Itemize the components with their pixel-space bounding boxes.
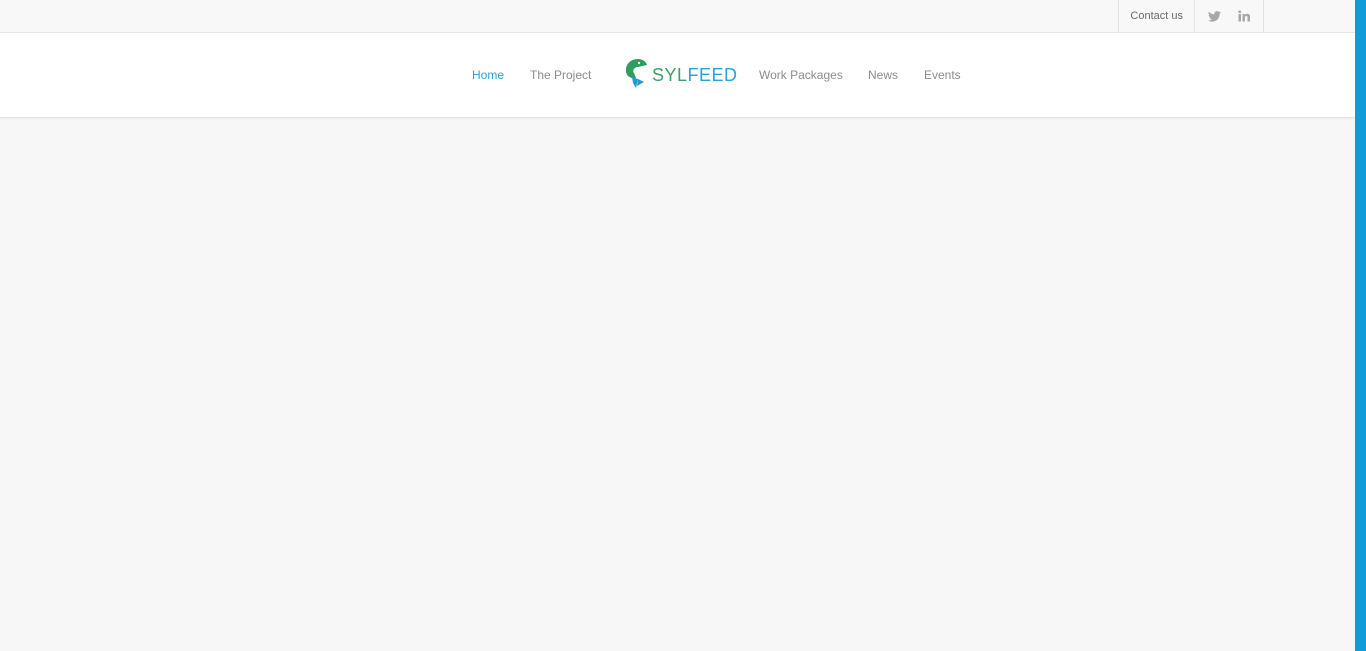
nav-item-work-packages[interactable]: Work Packages — [759, 68, 843, 82]
logo-text-part1: SYL — [652, 65, 688, 85]
top-utility-bar: Contact us — [0, 0, 1355, 33]
fish-logo-icon — [624, 57, 648, 94]
linkedin-icon[interactable] — [1231, 0, 1257, 32]
contact-us-link[interactable]: Contact us — [1118, 0, 1194, 32]
topbar-links: Contact us — [1118, 0, 1264, 32]
logo-wordmark: SYLFEED — [652, 66, 738, 84]
social-links — [1194, 0, 1264, 32]
page: Contact us Home The Project SYLFEED Work… — [0, 0, 1366, 651]
nav-item-news[interactable]: News — [868, 68, 898, 82]
main-nav: Home The Project SYLFEED Work Packages N… — [0, 33, 1355, 118]
nav-item-the-project[interactable]: The Project — [530, 68, 591, 82]
nav-item-events[interactable]: Events — [924, 68, 961, 82]
site-logo[interactable]: SYLFEED — [624, 57, 738, 94]
logo-text-part2: FEED — [687, 65, 738, 85]
nav-item-home[interactable]: Home — [472, 68, 504, 82]
right-accent-stripe — [1355, 0, 1366, 651]
site-header: Home The Project SYLFEED Work Packages N… — [0, 33, 1355, 118]
twitter-icon[interactable] — [1201, 0, 1227, 32]
